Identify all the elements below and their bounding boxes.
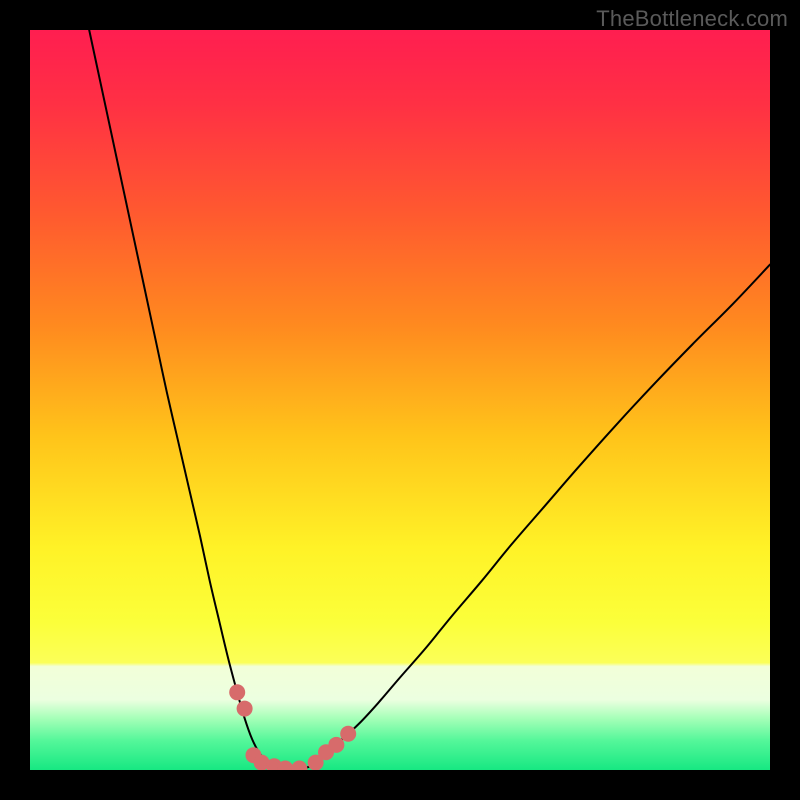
marker-dot [328,737,344,753]
watermark-text: TheBottleneck.com [596,6,788,32]
marker-dot [340,726,356,742]
chart-frame [30,30,770,770]
gradient-rect [30,30,770,770]
bottleneck-chart [30,30,770,770]
marker-dot [229,684,245,700]
marker-dot [237,701,253,717]
